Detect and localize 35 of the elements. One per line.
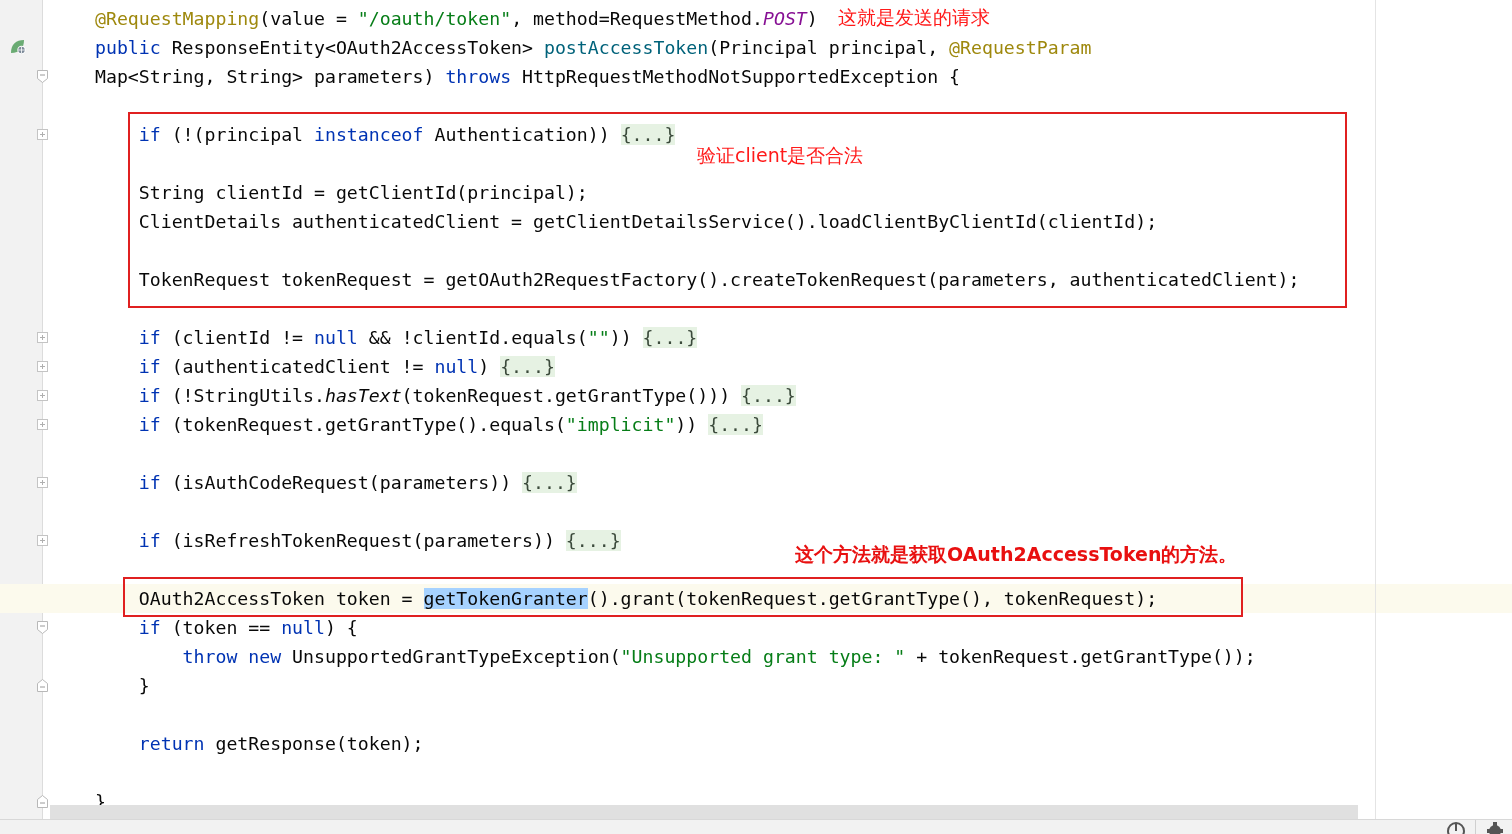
code-line: @RequestMapping(value = "/oauth/token", method=RequestMethod.POST): [95, 7, 818, 29]
code-line: if (clientId != null && !clientId.equals("")) {...}: [137, 326, 698, 348]
fold-end-icon[interactable]: [36, 678, 48, 692]
code-line: if (authenticatedClient != null) {...}: [137, 355, 555, 377]
expand-icon[interactable]: [36, 389, 48, 401]
code-line: ClientDetails authenticatedClient = getClientDetailsService().loadClientByClientId(clientId);: [137, 210, 1158, 232]
code-line: if (isRefreshTokenRequest(parameters)) {...}: [137, 529, 621, 551]
code-line: if (!StringUtils.hasText(tokenRequest.getGrantType())) {...}: [137, 384, 796, 406]
horizontal-scrollbar[interactable]: [50, 805, 1358, 819]
expand-icon[interactable]: [36, 360, 48, 372]
code-line: if (isAuthCodeRequest(parameters)) {...}: [137, 471, 577, 493]
fold-collapse-icon[interactable]: [36, 69, 48, 83]
code-line: public ResponseEntity<OAuth2AccessToken> postAccessToken(Principal principal, @RequestParam: [95, 36, 1092, 58]
expand-icon[interactable]: [36, 128, 48, 140]
code-line: TokenRequest tokenRequest = getOAuth2RequestFactory().createTokenRequest(parameters, authenticatedClient);: [137, 268, 1300, 290]
code-line: Map<String, String> parameters) throws HttpRequestMethodNotSupportedException {: [95, 65, 961, 87]
code-line: if (token == null) {: [137, 616, 358, 638]
annotation-note: 验证client是否合法: [697, 143, 864, 168]
expand-icon[interactable]: [36, 418, 48, 430]
annotation-note: 这个方法就是获取OAuth2AccessToken的方法。: [795, 542, 1238, 567]
leaf-globe-icon[interactable]: [9, 39, 27, 55]
fold-collapse-icon[interactable]: [36, 620, 48, 634]
annotation-note: 这就是发送的请求: [837, 5, 990, 30]
expand-icon[interactable]: [36, 331, 48, 343]
code-line: OAuth2AccessToken token = getTokenGranter().grant(tokenRequest.getGrantType(), tokenRequest);: [137, 587, 1158, 609]
code-line: if (!(principal instanceof Authentication)) {...}: [137, 123, 676, 145]
settings-icon[interactable]: [1486, 821, 1504, 834]
expand-icon[interactable]: [36, 476, 48, 488]
expand-icon[interactable]: [36, 534, 48, 546]
code-line: if (tokenRequest.getGrantType().equals("implicit")) {...}: [137, 413, 763, 435]
code-line: return getResponse(token);: [137, 732, 424, 754]
code-line: throw new UnsupportedGrantTypeException("Unsupported grant type: " + tokenRequest.getGrantType());: [181, 645, 1256, 667]
code-line: }: [137, 674, 150, 696]
code-line: String clientId = getClientId(principal);: [137, 181, 588, 203]
fold-end-icon[interactable]: [36, 794, 48, 808]
